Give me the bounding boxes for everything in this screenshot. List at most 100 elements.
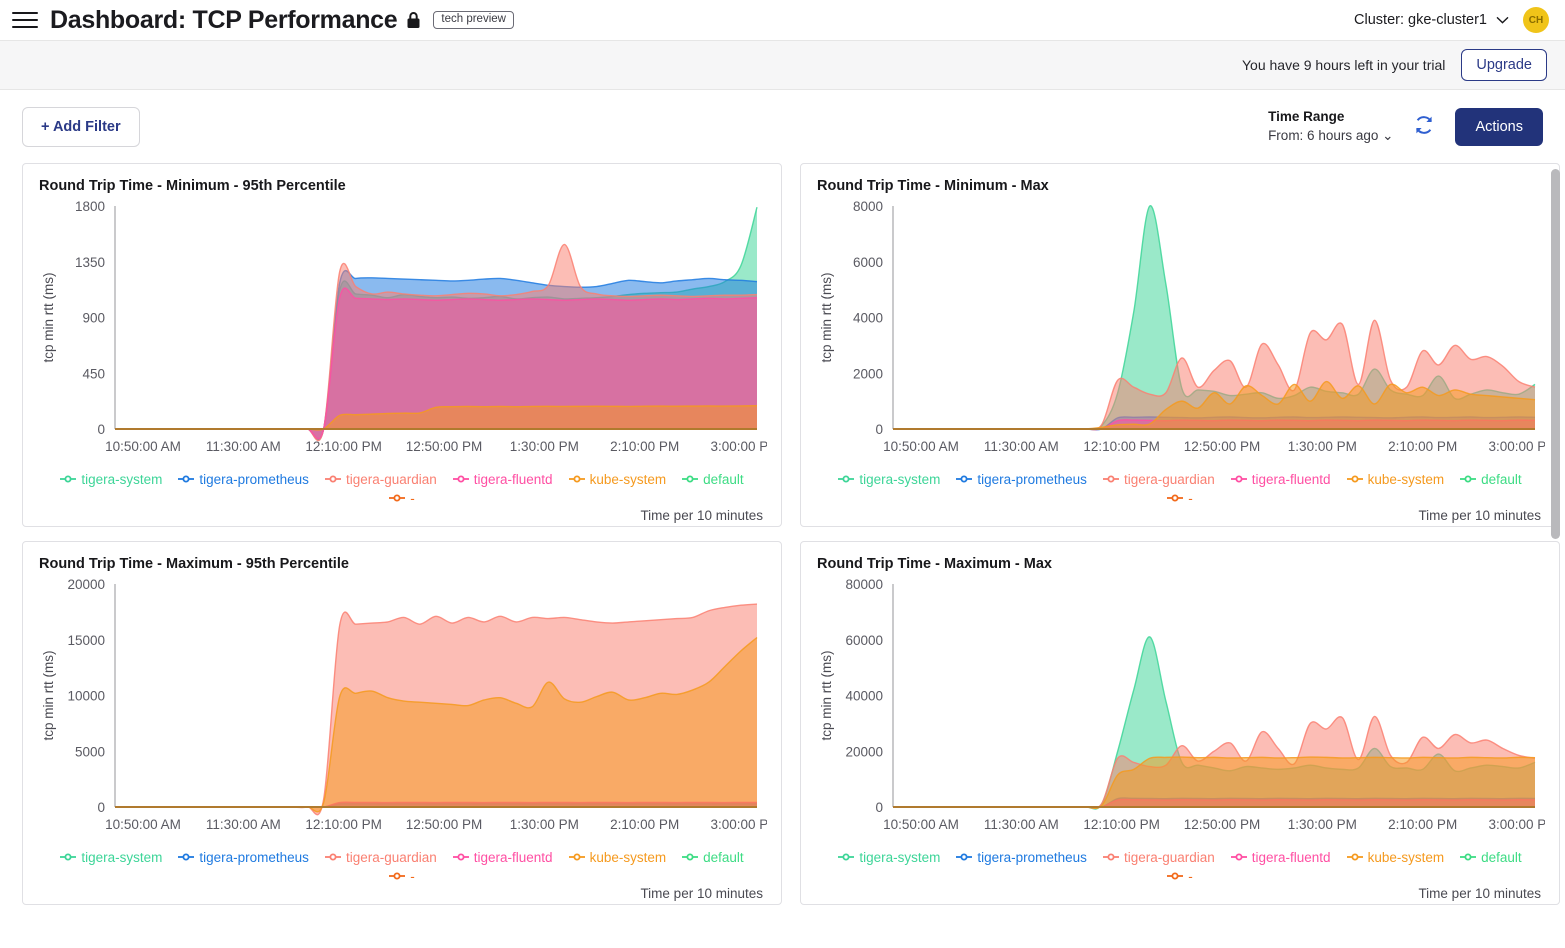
menu-icon[interactable] [12,7,38,33]
legend-item[interactable]: kube-system [569,850,667,865]
y-axis-tick-label: 0 [875,800,883,815]
legend-marker-icon [1460,472,1476,487]
legend-item-label: kube-system [1368,850,1445,865]
actions-button[interactable]: Actions [1455,108,1543,146]
time-range-selector[interactable]: Time Range From: 6 hours ago ⌄ [1268,108,1393,144]
upgrade-button[interactable]: Upgrade [1461,49,1547,81]
chart-plot-area[interactable]: tcp min rtt (ms)02000040000600008000010:… [815,576,1545,846]
legend-item-label: tigera-prometheus [977,472,1087,487]
legend-item-label: kube-system [590,850,667,865]
legend-item-label: - [1188,869,1193,884]
legend-marker-icon [1347,850,1363,865]
legend-item-label: - [410,869,415,884]
refresh-icon [1413,114,1435,139]
legend-item-label: kube-system [590,472,667,487]
legend-marker-icon [389,491,405,506]
legend-marker-icon [60,472,76,487]
y-axis-tick-label: 40000 [845,689,883,704]
legend-marker-icon [1103,472,1119,487]
avatar[interactable]: CH [1523,7,1549,33]
time-range-value[interactable]: From: 6 hours ago ⌄ [1268,127,1393,145]
y-axis-label: tcp min rtt (ms) [41,651,56,741]
top-navigation-bar: Dashboard: TCP Performance tech preview … [0,0,1565,41]
legend-marker-icon [178,850,194,865]
chart-plot-area[interactable]: tcp min rtt (ms)04509001350180010:50:00 … [37,198,767,468]
top-bar-right-group: Cluster: gke-cluster1 CH [1354,7,1549,33]
legend-item[interactable]: tigera-system [838,472,940,487]
chart-area-series [893,757,1535,808]
legend-item[interactable]: tigera-fluentd [453,472,553,487]
legend-item-label: tigera-guardian [1124,850,1215,865]
y-axis-tick-label: 80000 [845,577,883,592]
legend-item[interactable]: tigera-prometheus [956,472,1087,487]
chart-legend: tigera-system tigera-prometheus tigera-gua… [815,846,1545,884]
legend-item[interactable]: default [1460,472,1522,487]
chart-legend: tigera-system tigera-prometheus tigera-gua… [37,846,767,884]
legend-item[interactable]: tigera-system [838,850,940,865]
chart-card: Round Trip Time - Minimum - 95th Percent… [22,163,782,527]
legend-item-label: default [1481,472,1522,487]
legend-item[interactable]: tigera-guardian [1103,850,1215,865]
legend-marker-icon [1103,850,1119,865]
y-axis-tick-label: 5000 [75,744,105,759]
legend-item[interactable]: default [1460,850,1522,865]
legend-item[interactable]: tigera-prometheus [178,472,309,487]
chart-plot-area[interactable]: tcp min rtt (ms)0500010000150002000010:5… [37,576,767,846]
legend-item[interactable]: - [1167,491,1193,506]
x-axis-tick-label: 12:10:00 PM [305,817,382,832]
legend-marker-icon [325,472,341,487]
legend-item[interactable]: tigera-system [60,850,162,865]
legend-item[interactable]: - [389,869,415,884]
legend-item[interactable]: tigera-prometheus [956,850,1087,865]
legend-item[interactable]: tigera-fluentd [1231,472,1331,487]
legend-item[interactable]: kube-system [1347,472,1445,487]
add-filter-button[interactable]: + Add Filter [22,107,140,147]
legend-item-label: - [410,491,415,506]
chart-card: Round Trip Time - Maximum - Max tcp min … [800,541,1560,905]
x-axis-tick-label: 3:00:00 PM [1488,439,1545,454]
legend-item[interactable]: tigera-prometheus [178,850,309,865]
legend-item[interactable]: tigera-fluentd [453,850,553,865]
y-axis-tick-label: 1350 [75,255,105,270]
legend-item-label: - [1188,491,1193,506]
legend-item[interactable]: default [682,850,744,865]
scrollbar-thumb[interactable] [1551,169,1560,539]
x-axis-tick-label: 1:30:00 PM [1288,439,1357,454]
legend-item[interactable]: - [1167,869,1193,884]
trial-banner: You have 9 hours left in your trial Upgr… [0,41,1565,90]
chart-footer-note: Time per 10 minutes [37,506,767,523]
x-axis-tick-label: 2:10:00 PM [610,817,679,832]
x-axis-tick-label: 1:30:00 PM [510,817,579,832]
legend-item[interactable]: kube-system [569,472,667,487]
legend-item[interactable]: tigera-guardian [1103,472,1215,487]
legend-item-label: default [1481,850,1522,865]
legend-item[interactable]: tigera-fluentd [1231,850,1331,865]
legend-item[interactable]: kube-system [1347,850,1445,865]
page-scrollbar[interactable] [1551,163,1561,948]
chart-plot-area[interactable]: tcp min rtt (ms)0200040006000800010:50:0… [815,198,1545,468]
y-axis-tick-label: 4000 [853,311,883,326]
x-axis-tick-label: 12:50:00 PM [1184,817,1261,832]
legend-marker-icon [956,850,972,865]
y-axis-tick-label: 60000 [845,633,883,648]
y-axis-tick-label: 0 [97,800,105,815]
legend-item[interactable]: tigera-guardian [325,472,437,487]
y-axis-label: tcp min rtt (ms) [41,273,56,363]
x-axis-tick-label: 10:50:00 AM [105,817,181,832]
legend-item[interactable]: tigera-guardian [325,850,437,865]
y-axis-label: tcp min rtt (ms) [819,273,834,363]
page-title: Dashboard: TCP Performance [50,6,397,35]
y-axis-tick-label: 1800 [75,199,105,214]
cluster-selector[interactable]: Cluster: gke-cluster1 [1354,12,1509,28]
legend-item[interactable]: default [682,472,744,487]
legend-marker-icon [453,472,469,487]
legend-item[interactable]: tigera-system [60,472,162,487]
chart-title: Round Trip Time - Maximum - Max [817,556,1545,572]
x-axis-tick-label: 12:50:00 PM [406,817,483,832]
legend-item-label: tigera-system [81,472,162,487]
legend-item[interactable]: - [389,491,415,506]
x-axis-tick-label: 11:30:00 AM [206,439,281,454]
legend-marker-icon [325,850,341,865]
refresh-button[interactable] [1411,114,1437,140]
legend-item-label: tigera-guardian [1124,472,1215,487]
